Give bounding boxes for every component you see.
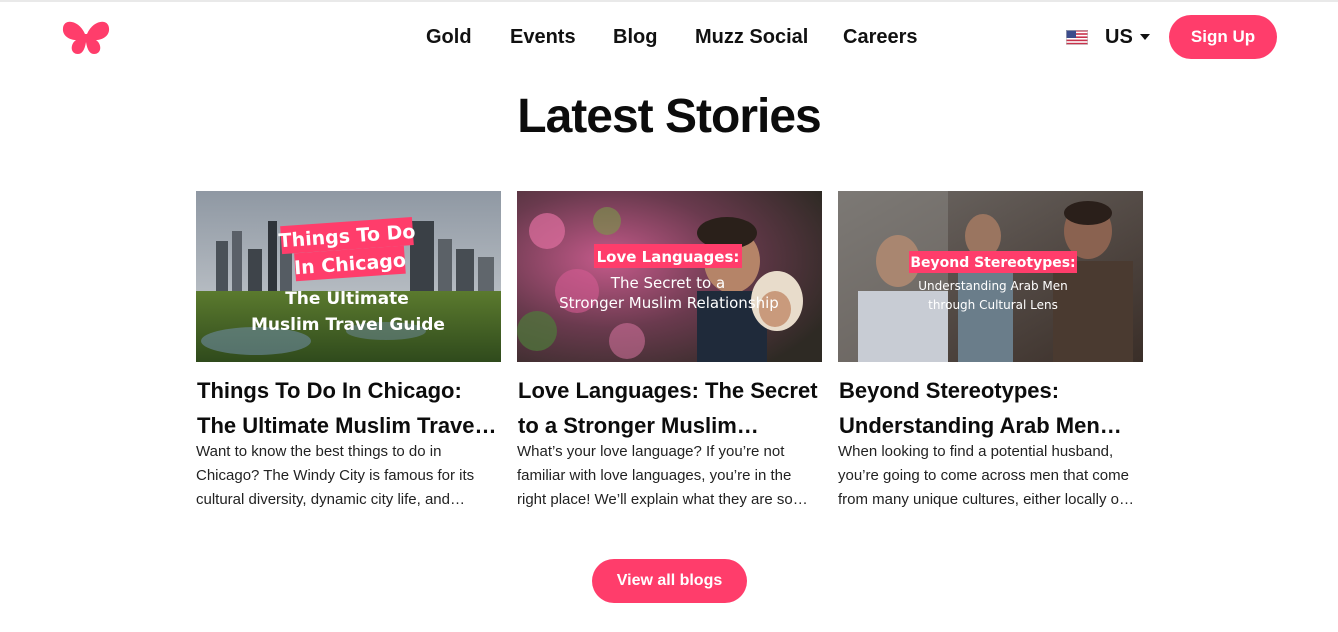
overlay-sub-line1: The Secret to a (610, 274, 725, 292)
sign-up-button[interactable]: Sign Up (1169, 15, 1277, 59)
nav-item-muzz-social[interactable]: Muzz Social (695, 24, 808, 50)
story-excerpt: When looking to find a potential husband… (838, 443, 1129, 508)
overlay-tag-line1: Love Languages: (597, 248, 740, 266)
story-title[interactable]: Things To Do In Chicago: The Ultimate Mu… (197, 373, 501, 443)
story-excerpt: Want to know the best things to do in Ch… (196, 443, 475, 508)
story-card-love-languages[interactable]: Love Languages: The Secret to a Stronger… (517, 191, 822, 521)
story-card-chicago[interactable]: Things To Do In Chicago The Ultimate Mus… (196, 191, 501, 521)
story-excerpt: What’s your love language? If you’re not… (517, 443, 793, 508)
stories-grid: Things To Do In Chicago The Ultimate Mus… (196, 191, 1144, 521)
overlay-tag-line1: Beyond Stereotypes: (910, 255, 1075, 271)
story-title[interactable]: Love Languages: The Secret to a Stronger… (518, 373, 822, 443)
story-image-chicago[interactable]: Things To Do In Chicago The Ultimate Mus… (196, 191, 501, 362)
story-card-beyond-stereotypes[interactable]: Beyond Stereotypes: Understanding Arab M… (838, 191, 1143, 521)
story-image-love-languages[interactable]: Love Languages: The Secret to a Stronger… (517, 191, 822, 362)
story-image-beyond-stereotypes[interactable]: Beyond Stereotypes: Understanding Arab M… (838, 191, 1143, 362)
overlay-sub-line2: Muslim Travel Guide (251, 315, 445, 335)
site-header: Gold Events Blog Muzz Social Careers US … (0, 0, 1338, 74)
overlay-sub-line1: The Ultimate (285, 289, 409, 309)
caret-down-icon (1139, 34, 1150, 40)
nav-item-gold[interactable]: Gold (426, 24, 472, 50)
nav-item-events[interactable]: Events (510, 24, 576, 50)
story-title[interactable]: Beyond Stereotypes: Understanding Arab M… (839, 373, 1143, 443)
overlay-sub-line1: Understanding Arab Men (918, 279, 1068, 293)
page-title: Latest Stories (517, 90, 821, 143)
nav-item-careers[interactable]: Careers (843, 24, 918, 50)
overlay-sub-line2: Stronger Muslim Relationship (559, 294, 779, 312)
locale-selector[interactable]: US (1066, 24, 1150, 50)
locale-label: US (1105, 25, 1133, 48)
overlay-sub-line2: through Cultural Lens (928, 298, 1058, 312)
us-flag-icon (1066, 29, 1088, 45)
view-all-blogs-button[interactable]: View all blogs (592, 559, 747, 603)
nav-item-blog[interactable]: Blog (613, 24, 657, 50)
